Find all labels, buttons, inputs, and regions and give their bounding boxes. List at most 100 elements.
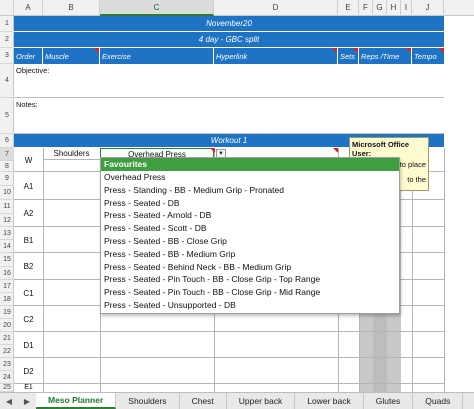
header-tempo: Tempo xyxy=(412,48,444,64)
row-line xyxy=(14,383,444,384)
comment-indicator-icon[interactable] xyxy=(406,48,411,53)
row-header[interactable]: 17 xyxy=(0,280,14,293)
row-header[interactable]: 22 xyxy=(0,345,14,358)
row-header[interactable]: 25 xyxy=(0,384,14,392)
row-header[interactable]: 2 xyxy=(0,32,14,48)
order-cell[interactable]: A2 xyxy=(14,200,43,227)
column-header-c[interactable]: C xyxy=(100,0,214,16)
dropdown-option[interactable]: Press - Seated - BB - Medium Grip xyxy=(101,248,399,261)
dropdown-option[interactable]: Press - Seated - Arnold - DB xyxy=(101,209,399,222)
column-header-d[interactable]: D xyxy=(214,0,338,16)
header-order: Order xyxy=(14,48,43,64)
tab-chest[interactable]: Chest xyxy=(180,393,227,409)
comment-indicator-icon[interactable] xyxy=(332,48,337,53)
column-header-i[interactable]: I xyxy=(401,0,412,16)
objective-label: Objective: xyxy=(16,66,50,75)
row-header[interactable]: 12 xyxy=(0,214,14,227)
row-header[interactable]: 20 xyxy=(0,319,14,332)
column-header-g[interactable]: G xyxy=(373,0,387,16)
header-muscle: Muscle xyxy=(43,48,100,64)
row-header[interactable]: 14 xyxy=(0,240,14,253)
dropdown-option[interactable]: Press - Seated - Behind Neck - BB - Medi… xyxy=(101,261,399,274)
row-header[interactable]: 23 xyxy=(0,358,14,371)
row-header[interactable]: 16 xyxy=(0,267,14,280)
comment-indicator-icon[interactable] xyxy=(210,148,215,153)
order-cell[interactable]: B2 xyxy=(14,253,43,280)
comment-indicator-icon[interactable] xyxy=(94,48,99,53)
row-header[interactable]: 3 xyxy=(0,48,14,64)
row-header[interactable]: 19 xyxy=(0,306,14,319)
row-header[interactable]: 1 xyxy=(0,16,14,32)
tab-scroll-left-icon[interactable]: ◀ xyxy=(6,397,12,406)
objective-cell[interactable]: Objective: xyxy=(14,64,444,98)
row-header[interactable]: 6 xyxy=(0,134,14,148)
tab-navigation: ◀ ▶ xyxy=(0,393,36,409)
notes-label: Notes: xyxy=(16,100,38,109)
row-header-bar: 1 2 3 4 5 6 7 8 9 10 11 12 13 14 15 16 1… xyxy=(0,16,14,392)
header-reps-time: Reps /Time xyxy=(359,48,412,64)
row-header[interactable]: 11 xyxy=(0,200,14,214)
split-band: 4 day - GBC split xyxy=(14,32,444,48)
tab-shoulders[interactable]: Shoulders xyxy=(116,393,180,409)
dropdown-option[interactable]: Press - Seated - BB - Close Grip xyxy=(101,235,399,248)
tab-meso-planner[interactable]: Meso Planner xyxy=(36,393,117,409)
dropdown-option[interactable]: Press - Seated - Scott - DB xyxy=(101,222,399,235)
row-line xyxy=(14,357,444,358)
muscle-cell[interactable]: Shoulders xyxy=(43,148,100,160)
row-header[interactable]: 8 xyxy=(0,161,14,172)
exercise-dropdown-list[interactable]: Favourites Overhead Press Press - Standi… xyxy=(100,157,400,314)
column-header-e[interactable]: E xyxy=(338,0,359,16)
tab-scroll-right-icon[interactable]: ▶ xyxy=(24,397,30,406)
comment-indicator-icon[interactable] xyxy=(439,48,444,53)
dropdown-option[interactable]: Press - Standing - BB - Medium Grip - Pr… xyxy=(101,184,399,197)
row-header[interactable]: 10 xyxy=(0,186,14,200)
select-all-corner[interactable] xyxy=(0,0,14,16)
dropdown-option[interactable]: Press - Seated - Pin Touch - BB - Close … xyxy=(101,273,399,286)
row-header[interactable]: 21 xyxy=(0,332,14,345)
column-header-bar: A B C D E F G H I J xyxy=(0,0,474,16)
column-header-f[interactable]: F xyxy=(359,0,373,16)
header-hyperlink: Hyperlink xyxy=(214,48,338,64)
dropdown-option[interactable]: Press - Seated - Pin Touch - BB - Close … xyxy=(101,286,399,299)
row-header[interactable]: 7 xyxy=(0,148,14,161)
dropdown-header[interactable]: Favourites xyxy=(101,158,399,171)
sheet-tab-bar: ◀ ▶ Meso Planner Shoulders Chest Upper b… xyxy=(0,392,474,409)
order-cell[interactable]: A1 xyxy=(14,172,43,200)
order-cell[interactable]: E1 xyxy=(14,384,43,392)
grid-line xyxy=(43,148,44,392)
row-header[interactable]: 5 xyxy=(0,98,14,134)
row-header[interactable]: 9 xyxy=(0,172,14,186)
dropdown-option[interactable]: Press - Seated - DB xyxy=(101,197,399,210)
tooltip-title: Microsoft Office User: xyxy=(352,140,410,158)
row-header[interactable]: 4 xyxy=(0,64,14,98)
header-sets: Sets xyxy=(338,48,359,64)
grid-line xyxy=(444,148,445,392)
order-cell[interactable]: B1 xyxy=(14,227,43,253)
table-header-row: Order Muscle Exercise Hyperlink Sets Rep… xyxy=(14,48,444,64)
row-header[interactable]: 18 xyxy=(0,293,14,306)
header-exercise: Exercise xyxy=(100,48,214,64)
dropdown-option[interactable]: Press - Seated - Unsupported - DB xyxy=(101,299,399,312)
order-cell[interactable]: W xyxy=(14,148,43,172)
order-cell[interactable]: C2 xyxy=(14,306,43,332)
notes-cell[interactable]: Notes: xyxy=(14,98,444,134)
column-header-j[interactable]: J xyxy=(412,0,444,16)
tab-quads[interactable]: Quads xyxy=(413,393,464,409)
tab-glutes[interactable]: Glutes xyxy=(364,393,414,409)
order-cell[interactable]: D1 xyxy=(14,332,43,358)
tab-lower-back[interactable]: Lower back xyxy=(295,393,364,409)
comment-indicator-icon[interactable] xyxy=(353,48,358,53)
order-cell[interactable]: C1 xyxy=(14,280,43,306)
comment-indicator-icon[interactable] xyxy=(333,148,338,153)
dropdown-option[interactable]: Overhead Press xyxy=(101,171,399,184)
sheet-title-band: November20 xyxy=(14,16,444,32)
row-header[interactable]: 15 xyxy=(0,253,14,267)
row-line xyxy=(14,331,444,332)
column-header-a[interactable]: A xyxy=(14,0,43,16)
column-header-h[interactable]: H xyxy=(387,0,401,16)
tab-upper-back[interactable]: Upper back xyxy=(227,393,296,409)
column-header-b[interactable]: B xyxy=(43,0,100,16)
order-cell[interactable]: D2 xyxy=(14,358,43,384)
row-header[interactable]: 24 xyxy=(0,371,14,384)
row-header[interactable]: 13 xyxy=(0,227,14,240)
